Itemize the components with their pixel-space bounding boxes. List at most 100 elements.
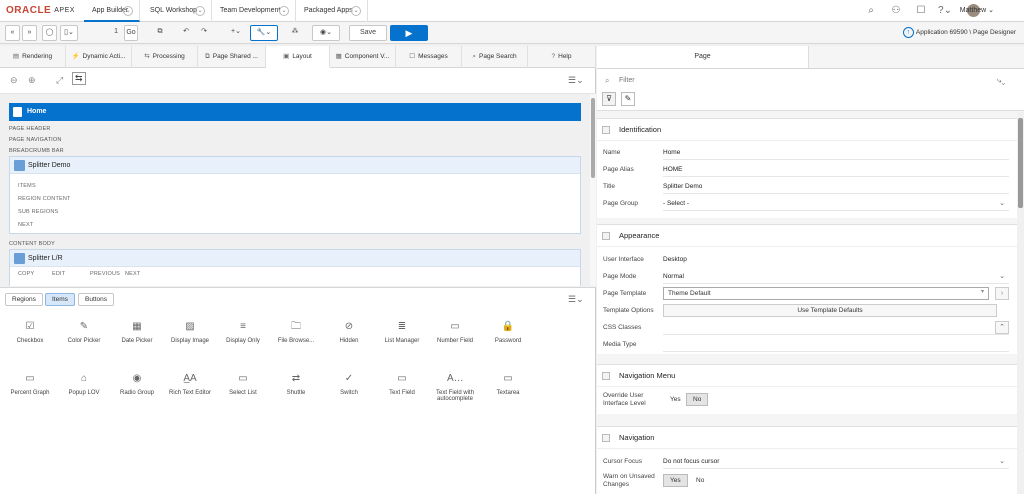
tab-layout[interactable]: ▣ Layout [266, 46, 330, 68]
chevron-up-icon[interactable]: ⌃ [995, 321, 1009, 334]
swap-layout-icon[interactable]: ⇆ [72, 72, 86, 85]
oracle-apex-logo[interactable]: ORACLE APEX [6, 5, 75, 16]
go-button[interactable]: Go [124, 25, 138, 41]
search-icon[interactable]: ⌕ [864, 4, 878, 18]
property-cursor-focus[interactable]: Cursor Focus Do not focus cursor ⌄ [597, 453, 1017, 470]
tab-help[interactable]: ? Help [528, 46, 596, 68]
tab-page-search[interactable]: ⌕ Page Search [462, 46, 528, 68]
utilities-menu-icon[interactable]: 🔧⌄ [250, 25, 278, 41]
yes-toggle[interactable]: Yes [663, 393, 688, 406]
gallery-tab-regions[interactable]: Regions [5, 293, 43, 306]
chevron-down-icon[interactable]: ⌄ [195, 6, 205, 16]
tab-processing[interactable]: ⇆ Processing [132, 46, 198, 68]
gallery-item[interactable]: ▨ Display Image [162, 320, 218, 344]
gallery-item[interactable]: A̲A Rich Text Editor [162, 372, 218, 396]
help-icon[interactable]: ?⌄ [934, 4, 956, 18]
save-button[interactable]: Save [349, 25, 387, 41]
chevron-down-icon[interactable]: ⌄ [351, 6, 361, 16]
region-splitter-lr[interactable]: Splitter L/R COPY EDIT PREVIOUS NEXT [9, 249, 581, 286]
gallery-item[interactable]: ✎ Color Picker [56, 320, 112, 344]
gallery-item[interactable]: ◉ Radio Group [109, 372, 165, 396]
chevron-right-icon[interactable]: › [995, 287, 1009, 300]
css-classes-input[interactable] [663, 334, 1009, 335]
application-link[interactable]: Application 69590 [916, 29, 968, 36]
gallery-item[interactable]: ⊘ Hidden [321, 320, 377, 344]
page-number-input[interactable]: 1 [80, 25, 122, 41]
menu-icon[interactable]: ☰⌄ [568, 294, 584, 305]
first-page-icon[interactable]: « [5, 25, 20, 41]
tab-dynamic-actions[interactable]: ⚡ Dynamic Acti... [66, 46, 132, 68]
use-template-defaults-button[interactable]: Use Template Defaults [663, 304, 997, 317]
expand-icon[interactable]: ⤢ [56, 75, 63, 86]
gallery-item[interactable]: ≡ Display Only [215, 320, 271, 344]
undo-icon[interactable]: ↶ [178, 25, 194, 41]
media-type-input[interactable] [663, 351, 1009, 352]
slot-page-header[interactable]: PAGE HEADER [9, 126, 51, 132]
gallery-item[interactable]: ✓ Switch [321, 372, 377, 396]
region-header[interactable]: Splitter L/R [10, 250, 580, 267]
copy-icon[interactable]: ⧉ [152, 25, 168, 41]
slot-items[interactable]: ITEMS [18, 183, 36, 189]
gallery-item[interactable]: ⇄ Shuttle [268, 372, 324, 396]
group-header[interactable]: Identification [597, 119, 1017, 141]
filter-icon[interactable]: ⊽ [602, 92, 616, 106]
lock-icon[interactable]: ◯ [42, 25, 57, 41]
page-template-select[interactable]: Theme Default [663, 287, 989, 300]
page-title[interactable]: Home [9, 103, 581, 121]
slot-sub-regions[interactable]: SUB REGIONS [18, 209, 58, 215]
no-toggle[interactable]: No [686, 393, 709, 406]
scrollbar-thumb[interactable] [1018, 118, 1023, 208]
gallery-item[interactable]: ≣ List Manager [374, 320, 430, 344]
tab-messages[interactable]: ☐ Messages [396, 46, 462, 68]
scrollbar-thumb[interactable] [591, 98, 595, 178]
yes-toggle[interactable]: Yes [663, 474, 688, 487]
tab-page-shared-components[interactable]: ⧉ Page Shared ... [198, 46, 266, 68]
property-scrollbar[interactable] [1017, 112, 1024, 494]
last-page-icon[interactable]: » [22, 25, 37, 41]
group-header[interactable]: Navigation Menu [597, 365, 1017, 387]
no-toggle[interactable]: No [689, 474, 711, 487]
property-page-group[interactable]: Page Group - Select - ⌄ [597, 195, 1017, 212]
feedback-icon[interactable]: ☐ [914, 4, 928, 18]
region-splitter-demo[interactable]: Splitter Demo ITEMS REGION CONTENT SUB R… [9, 156, 581, 234]
slot-breadcrumb-bar[interactable]: BREADCRUMB BAR [9, 148, 64, 154]
gallery-tab-buttons[interactable]: Buttons [78, 293, 115, 306]
gallery-item[interactable]: ▦ Date Picker [109, 320, 165, 344]
gallery-item[interactable]: 🗀 File Browse... [268, 320, 324, 344]
slot-page-navigation[interactable]: PAGE NAVIGATION [9, 137, 62, 143]
group-header[interactable]: Navigation [597, 427, 1017, 449]
collapse-icon[interactable] [602, 232, 610, 240]
chevron-down-icon[interactable]: ▾ [981, 288, 984, 295]
gallery-item[interactable]: ▭ Percent Graph [2, 372, 58, 396]
gallery-item[interactable]: ▭ Select List [215, 372, 271, 396]
slot-content-body[interactable]: CONTENT BODY [9, 241, 55, 247]
slot-edit[interactable]: EDIT [52, 271, 65, 277]
tab-team-development[interactable]: Team Development ⌄ [212, 0, 296, 22]
slot-copy[interactable]: COPY [18, 271, 34, 277]
tab-packaged-apps[interactable]: Packaged Apps ⌄ [296, 0, 368, 22]
slot-region-content[interactable]: REGION CONTENT [18, 196, 71, 202]
property-page-template[interactable]: Page Template Theme Default ▾ › [597, 285, 1017, 302]
gallery-item[interactable]: A… Text Field with autocomplete [427, 372, 483, 402]
group-header[interactable]: Appearance [597, 225, 1017, 247]
redo-icon[interactable]: ↷ [196, 25, 212, 41]
menu-icon[interactable]: ☰⌄ [568, 75, 584, 86]
zoom-out-icon[interactable]: ⊖ [10, 75, 18, 86]
page-select-icon[interactable]: ▯⌄ [60, 25, 78, 41]
slot-next[interactable]: NEXT [18, 222, 33, 228]
gallery-item[interactable]: ▭ Number Field [427, 320, 483, 344]
run-page-button[interactable]: ▶ [390, 25, 428, 41]
chevron-down-icon[interactable]: ⌄ [279, 6, 289, 16]
arrow-up-icon[interactable]: ↑ [902, 26, 914, 38]
tab-sql-workshop[interactable]: SQL Workshop ⌄ [142, 0, 212, 22]
layout-scrollbar[interactable] [590, 94, 596, 286]
gallery-item[interactable]: 🔒 Password [480, 320, 536, 344]
slot-next[interactable]: NEXT [125, 271, 140, 277]
collapse-icon[interactable] [602, 372, 610, 380]
filter-input[interactable]: Filter [619, 77, 635, 84]
pencil-icon[interactable]: ✎ [621, 92, 635, 106]
gallery-item[interactable]: ▭ Text Field [374, 372, 430, 396]
tab-app-builder[interactable]: App Builder ⌄ [84, 0, 140, 22]
zoom-in-icon[interactable]: ⊕ [28, 75, 36, 86]
gallery-item[interactable]: ⌂ Popup LOV [56, 372, 112, 396]
